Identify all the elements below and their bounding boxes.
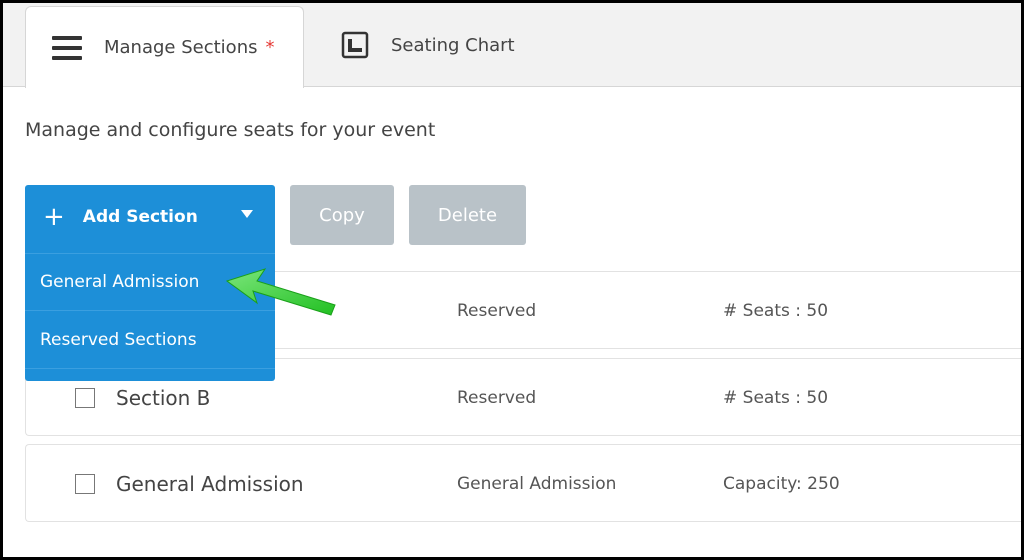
tab-bar: Manage Sections * Seating Chart: [3, 3, 1021, 88]
seating-chart-icon: [341, 31, 369, 59]
plus-icon: +: [43, 202, 65, 232]
tab-seating-chart[interactable]: Seating Chart: [341, 3, 515, 87]
delete-button[interactable]: Delete: [409, 185, 526, 245]
section-seats: # Seats : 50: [723, 388, 829, 408]
section-name: General Admission: [116, 472, 304, 496]
caret-down-icon: [241, 210, 253, 218]
hamburger-icon: [52, 35, 82, 60]
section-type: General Admission: [457, 474, 617, 494]
unsaved-marker: *: [265, 37, 275, 58]
copy-button[interactable]: Copy: [290, 185, 394, 245]
row-checkbox[interactable]: [75, 474, 95, 494]
tab-manage-sections[interactable]: Manage Sections *: [25, 6, 304, 88]
tab-seating-chart-label: Seating Chart: [391, 34, 515, 56]
tab-manage-sections-label: Manage Sections: [104, 37, 258, 58]
section-seats: # Seats : 50: [723, 301, 829, 321]
section-capacity: Capacity: 250: [723, 474, 840, 494]
add-section-button[interactable]: + Add Section: [25, 185, 275, 249]
section-row[interactable]: General Admission General Admission Capa…: [25, 444, 1021, 522]
section-type: Reserved: [457, 301, 537, 321]
annotation-arrow-icon: [225, 268, 336, 316]
page-subtitle: Manage and configure seats for your even…: [25, 119, 436, 141]
app-frame: Manage Sections * Seating Chart Manage a…: [3, 3, 1021, 557]
section-type: Reserved: [457, 388, 537, 408]
add-section-label: Add Section: [82, 207, 198, 227]
row-checkbox[interactable]: [75, 388, 95, 408]
